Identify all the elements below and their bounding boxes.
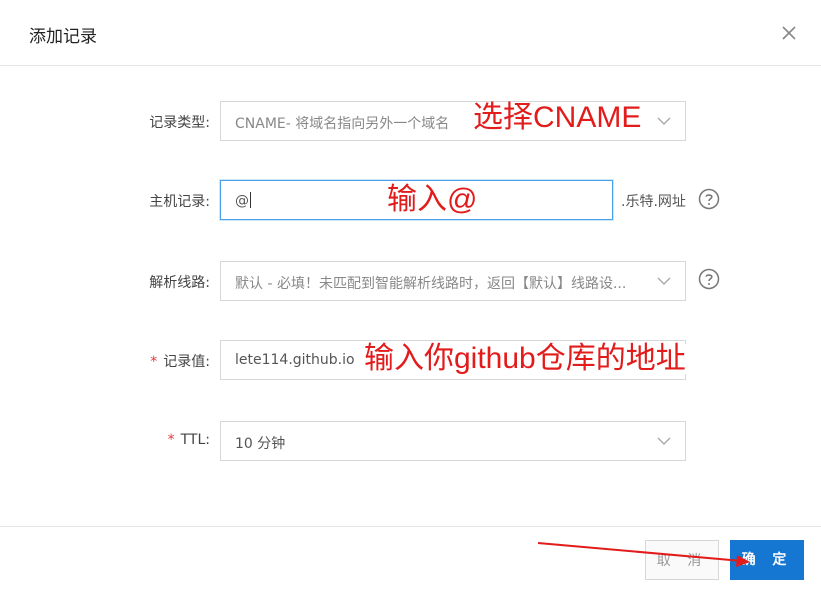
dialog-header: 添加记录 — [0, 0, 821, 66]
chevron-down-icon — [657, 116, 671, 126]
resolution-line-select[interactable]: 默认 - 必填！未匹配到智能解析线路时，返回【默认】线路设... — [220, 261, 686, 301]
host-record-label: 主机记录: — [149, 194, 210, 210]
annotation-enter-at: 输入@ — [387, 183, 478, 216]
resolution-line-value: 默认 - 必填！未匹配到智能解析线路时，返回【默认】线路设... — [235, 276, 627, 292]
annotation-select-cname: 选择CNAME — [471, 101, 644, 134]
chevron-down-icon — [657, 436, 671, 446]
record-value-value: lete114.github.io — [235, 352, 355, 368]
help-icon[interactable] — [698, 268, 720, 290]
host-record-value: @ — [235, 192, 251, 209]
confirm-button[interactable]: 确 定 — [730, 540, 804, 580]
chevron-down-icon — [657, 276, 671, 286]
record-value-label: * 记录值: — [150, 354, 210, 370]
add-record-dialog: 添加记录 记录类型: CNAME- 将域名指向另外一个域名 主机记录: @ .乐… — [0, 0, 821, 589]
record-type-value: CNAME- 将域名指向另外一个域名 — [235, 116, 450, 132]
cancel-button[interactable]: 取 消 — [645, 540, 719, 580]
ttl-value: 10 分钟 — [235, 436, 286, 452]
ttl-select[interactable]: 10 分钟 — [220, 421, 686, 461]
record-type-label: 记录类型: — [149, 115, 210, 131]
help-icon[interactable] — [698, 188, 720, 210]
close-icon[interactable] — [778, 22, 800, 44]
annotation-enter-repo: 输入你github仓库的地址 — [362, 342, 688, 375]
ttl-label: * TTL: — [167, 432, 210, 448]
record-type-row: 记录类型: CNAME- 将域名指向另外一个域名 — [0, 101, 821, 141]
ttl-row: * TTL: 10 分钟 — [0, 421, 821, 461]
dialog-title: 添加记录 — [29, 27, 97, 47]
resolution-line-label: 解析线路: — [149, 275, 210, 291]
domain-suffix: .乐特.网址 — [621, 194, 686, 210]
text-caret — [250, 192, 251, 208]
